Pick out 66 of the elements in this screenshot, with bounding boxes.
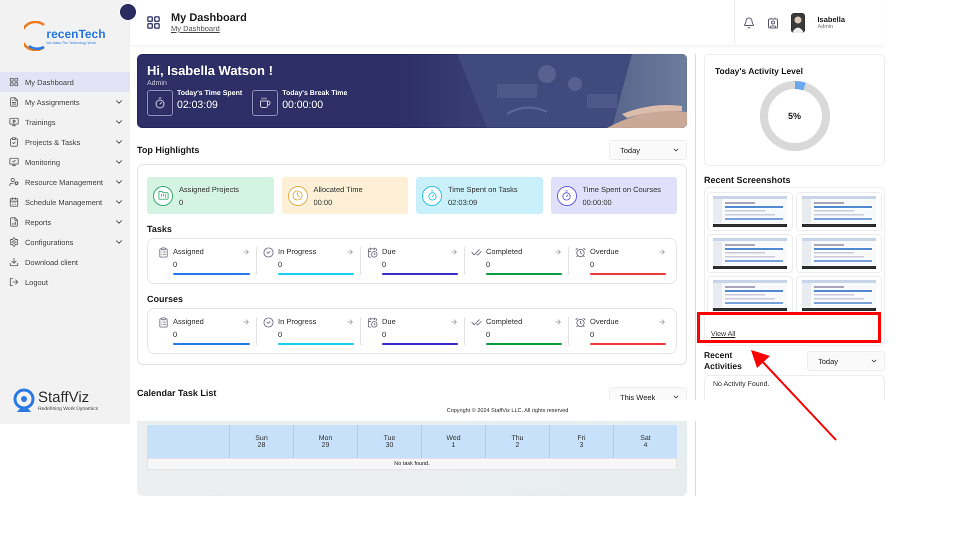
screenshot-thumbnail[interactable] [796,276,882,315]
gear-icon [9,237,19,247]
section-title: Calendar Task List [137,388,216,398]
report-icon [9,217,19,227]
grid-icon [9,77,19,87]
double-check-icon [471,247,482,258]
arrow-right-icon[interactable] [554,318,562,326]
screenshot-thumbnail[interactable] [707,234,793,273]
group-title: Tasks [147,224,173,234]
arrow-right-icon[interactable] [346,248,354,256]
caret-icon [672,393,680,400]
avatar[interactable] [791,12,806,32]
alarm-clock-icon [575,317,586,328]
double-check-icon [471,317,482,328]
section-title: Top Highlights [137,145,200,155]
calendar-clock-icon [367,317,378,328]
alarm-clock-icon [575,247,586,258]
arrow-right-icon[interactable] [450,248,458,256]
card-title: Today's Activity Level [714,65,804,76]
check-circle-icon [263,247,274,258]
screenshot-thumbnail[interactable] [796,234,882,273]
monitor-play-icon [9,117,19,127]
group-title: Courses [147,294,184,304]
download-icon [9,257,19,267]
clipboard-icon [158,247,169,258]
logout-icon [9,277,19,287]
monitor-check-icon [9,157,19,167]
contact-card-icon[interactable] [767,16,780,28]
arrow-right-icon[interactable] [658,318,666,326]
screenshot-thumbnail[interactable] [707,192,793,231]
check-circle-icon [263,317,274,328]
timer-icon [147,90,173,116]
ring-logo-icon [24,21,46,51]
logo-text: StaffViz [38,388,90,406]
calendar-icon [9,197,19,207]
arrow-right-icon[interactable] [346,318,354,326]
timer-icon [556,186,576,206]
stat-value: 02:03:09 [177,99,219,111]
arrow-right-icon[interactable] [658,248,666,256]
section-title: Recent Screenshots [704,175,792,185]
calendar-clock-icon [367,247,378,258]
staffviz-logo-icon [12,388,36,412]
logo-text: recenTech [46,27,106,41]
dashboard-icon [146,15,161,30]
arrow-right-icon[interactable] [242,248,250,256]
clock-icon [288,186,308,206]
timer-icon [422,186,442,206]
arrow-right-icon[interactable] [554,248,562,256]
greeting: Hi, Isabella Watson ! [147,63,274,78]
section-title: Recent Activities [704,350,743,372]
clipboard-icon [158,317,169,328]
coffee-icon [252,90,278,116]
sidebar-toggle-button[interactable] [120,4,136,20]
screenshot-thumbnail[interactable] [796,192,882,231]
user-gear-icon [9,177,19,187]
arrow-right-icon[interactable] [450,318,458,326]
screenshot-thumbnail[interactable] [707,276,793,315]
page-title: My Dashboard [171,12,248,24]
arrow-right-icon[interactable] [242,318,250,326]
caret-icon [672,146,680,154]
clipboard-icon [9,137,19,147]
bell-icon[interactable] [743,16,756,28]
stat-value: 00:00:00 [282,99,324,111]
document-icon [9,97,19,107]
folder-icon [153,186,173,206]
gauge-reading: 5% [788,111,801,121]
